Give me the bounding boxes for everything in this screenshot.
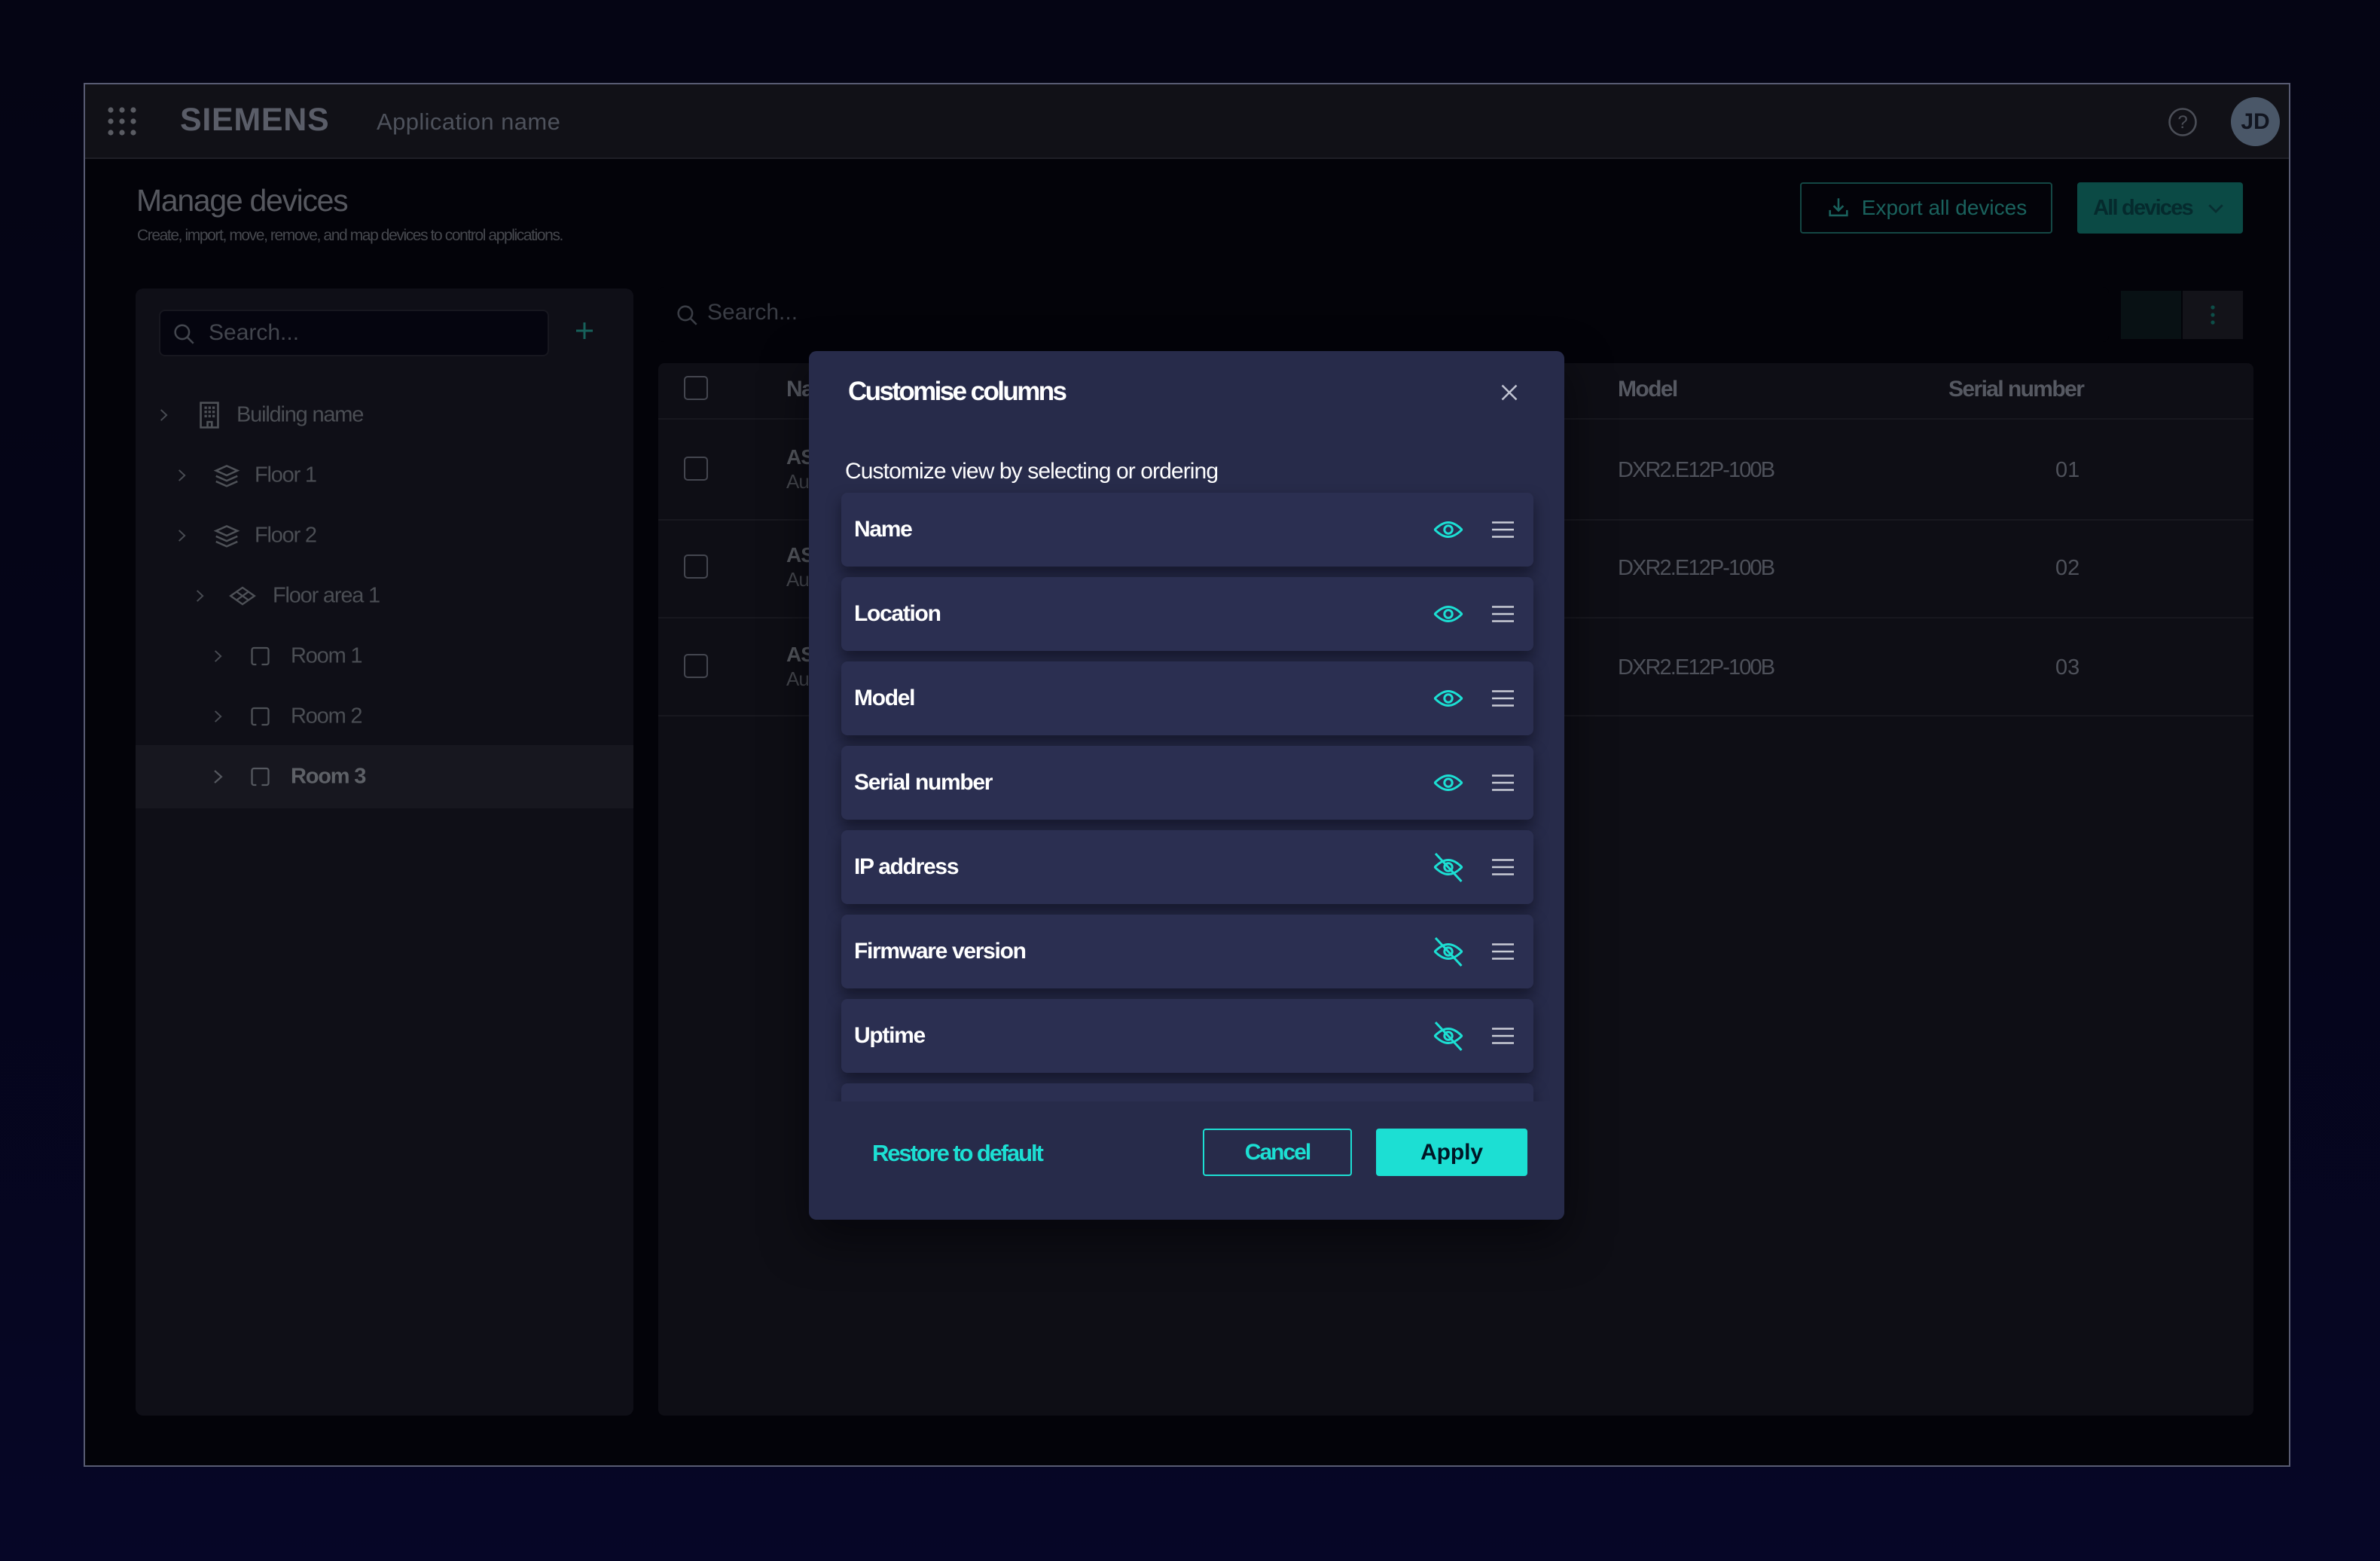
svg-text:?: ? bbox=[2177, 112, 2187, 133]
